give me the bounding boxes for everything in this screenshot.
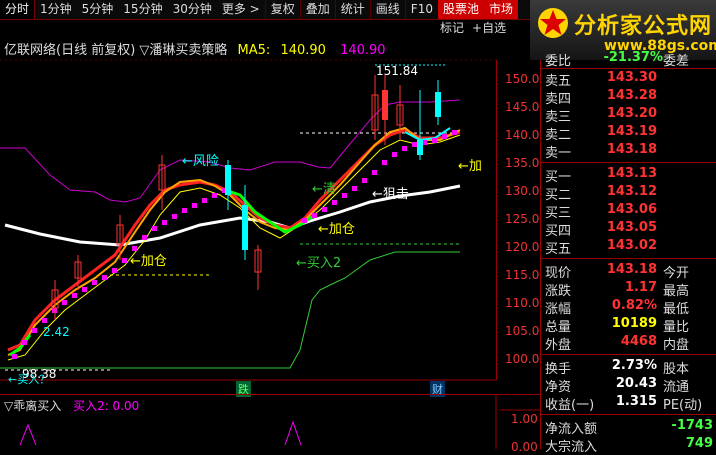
buy-annotation: ←买入2 [296,256,342,271]
indicator-name: ▽乖离买入 [4,399,62,413]
bid-row-3: 买三 143.06 [545,202,657,221]
indicator-scale-bottom: 0.00 [511,440,538,454]
y-tick: 150.0 [505,72,540,86]
kline-chart [0,59,540,449]
left-value-label: 2.42 [43,325,70,339]
quote-panel: 委比 -21.37% 委差 卖五 143.30 卖四 143.28 卖三 143.20… [540,50,716,455]
bid-row-2: 买二 143.12 [545,184,657,203]
y-tick: 110.0 [505,296,540,310]
high-price-label: 151.84 [376,64,418,78]
indicator-divider [0,394,540,395]
commission-ratio-row: 委比 -21.37% 委差 [545,50,713,69]
y-tick: 100.0 [505,352,540,366]
ask-row-2: 卖二 143.19 [545,124,657,143]
y-tick: 140.0 [505,128,540,142]
stat-row-eps: 收益(一) 1.315 PE(动) [545,394,703,413]
indicator-value: 买入2: 0.00 [73,399,140,413]
y-tick: 125.0 [505,212,540,226]
ask-row-3: 卖三 143.20 [545,106,657,125]
ask-row-5: 卖五 143.30 [545,70,657,89]
stat-row-volume: 总量 10189 量比 [545,316,690,335]
add-position-annotation-1: ←加仓 [130,254,167,269]
risk-annotation: ←风险 [182,154,219,169]
net-inflow-row: 净流入额 -1743 [545,418,713,437]
y-tick: 135.0 [505,156,540,170]
bid-row-5: 买五 143.02 [545,238,657,257]
commission-diff-label: 委差 [663,54,690,69]
stat-row-outer: 外盘 4468 内盘 [545,334,690,353]
bid-row-4: 买四 143.05 [545,220,657,239]
y-tick: 130.0 [505,184,540,198]
low-buy-label: ←买入？ [8,373,51,386]
indicator-title: ▽乖离买入 买入2: 0.00 [4,397,139,414]
y-tick: 115.0 [505,268,540,282]
logo-star-icon [538,8,568,38]
block-inflow-row: 大宗流入 749 [545,436,713,455]
price-axis: 150.0 145.0 140.0 135.0 130.0 125.0 120.… [496,60,541,380]
stat-row-change: 涨跌 1.17 最高 [545,280,690,299]
add-position-annotation-3: ←加 [458,159,482,174]
green-support-line [0,251,460,369]
commission-ratio-label: 委比 [545,54,572,69]
indicator-scale-top: 1.00 [511,412,538,426]
y-tick: 145.0 [505,100,540,114]
stat-row-net-asset: 净资 20.43 流通 [545,376,690,395]
indicator-peaks [19,420,302,446]
ask-row-1: 卖一 143.18 [545,142,657,161]
y-tick: 105.0 [505,324,540,338]
ask-row-4: 卖四 143.28 [545,88,657,107]
commission-ratio-value: -21.37% [603,50,663,65]
stat-row-price: 现价 143.18 今开 [545,262,690,281]
clear-annotation: ←清 [312,182,336,197]
logo-title: 分析家公式网 [574,14,713,39]
stat-row-pct: 涨幅 0.82% 最低 [545,298,690,317]
stat-row-turnover: 换手 2.73% 股本 [545,358,690,377]
bid-row-1: 买一 143.13 [545,166,657,185]
snipe-annotation: ←狙击 [372,187,409,202]
y-tick: 120.0 [505,240,540,254]
add-position-annotation-2: ←加仓 [318,222,355,237]
